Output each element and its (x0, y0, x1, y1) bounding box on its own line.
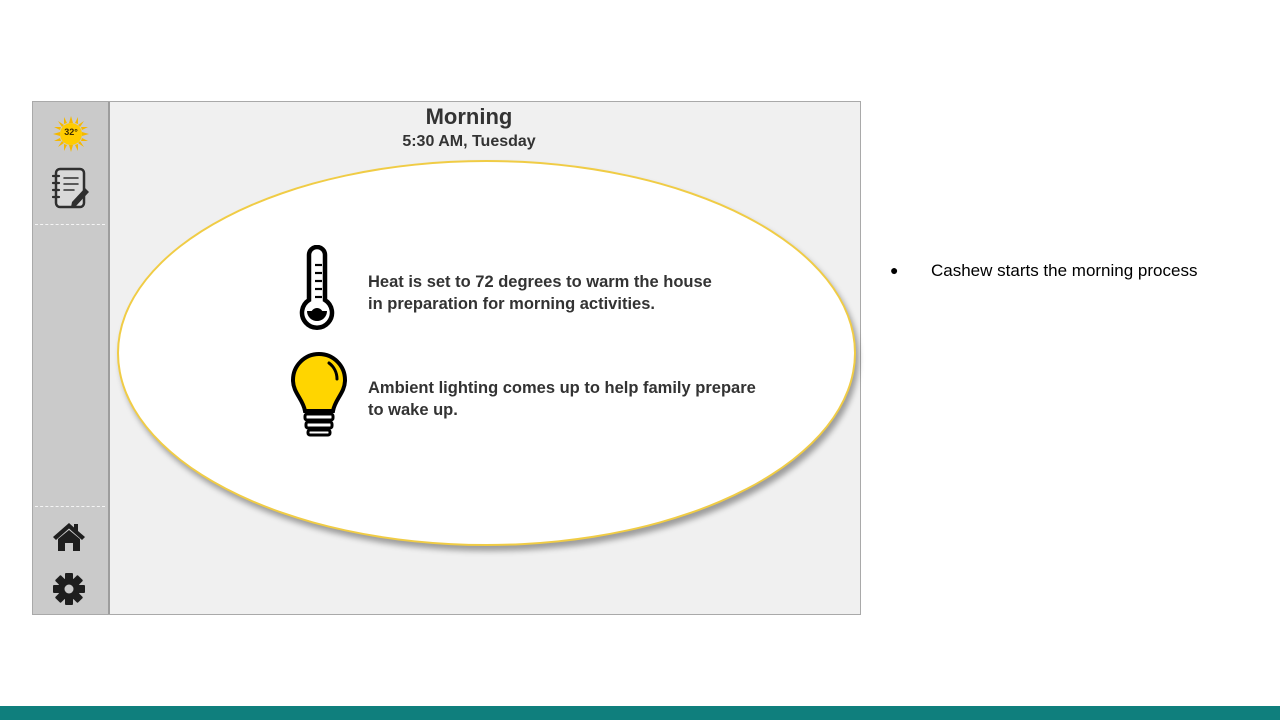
lightbulb-icon (290, 351, 348, 437)
thermometer-icon (299, 245, 335, 330)
page-title: Morning (425, 104, 513, 129)
info-oval (117, 160, 856, 546)
note-item: Cashew starts the morning process (931, 261, 1198, 280)
heat-message: Heat is set to 72 degrees to warm the ho… (368, 273, 712, 313)
bullet-marker: ● (890, 262, 899, 278)
footer-bar (0, 706, 1280, 720)
home-icon[interactable] (52, 521, 86, 553)
lighting-message: Ambient lighting comes up to help family… (368, 379, 756, 419)
time-day-label: 5:30 AM, Tuesday (402, 133, 536, 150)
sidebar-divider-top (35, 224, 105, 225)
notebook-icon[interactable] (52, 166, 90, 210)
sidebar: 32° (33, 102, 110, 614)
thermostat-screen: 32° Morning 5:30 AM, Tuesday Heat is set… (32, 101, 861, 615)
gear-icon[interactable] (52, 572, 86, 606)
weather-temperature: 32° (64, 127, 78, 137)
sidebar-divider-bottom (35, 506, 105, 507)
